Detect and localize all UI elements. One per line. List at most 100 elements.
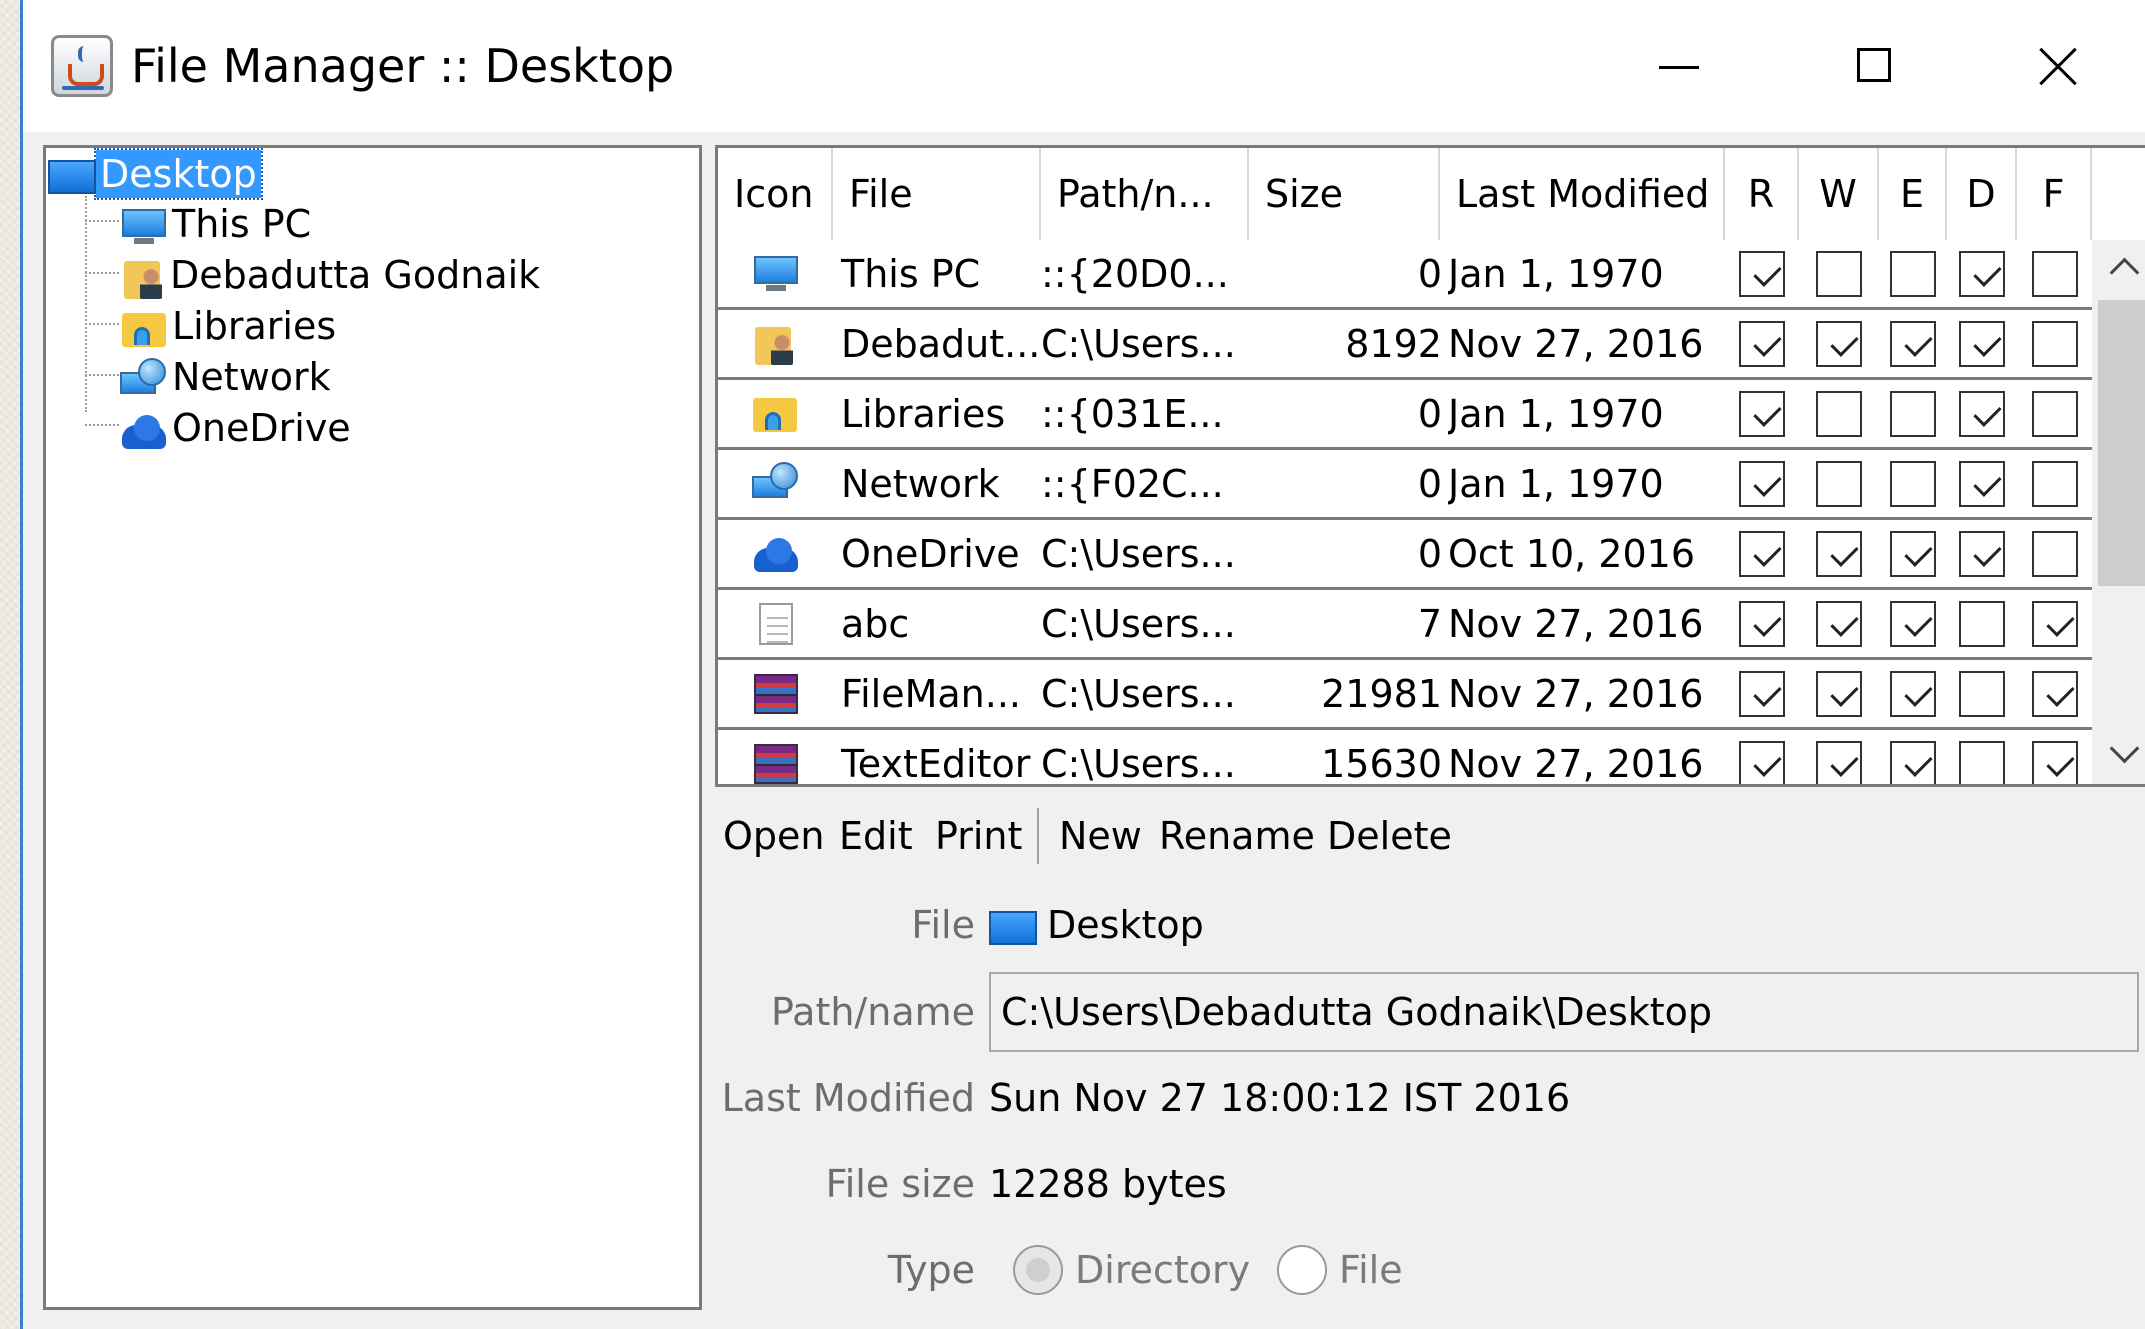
scroll-down-icon[interactable] — [2092, 728, 2145, 784]
permission-r-checkbox[interactable] — [1739, 461, 1785, 507]
radio-file[interactable] — [1277, 1245, 1327, 1295]
permission-w-checkbox[interactable] — [1816, 531, 1862, 577]
column-header-last-modified[interactable]: Last Modified — [1440, 148, 1725, 240]
column-header-e[interactable]: E — [1879, 148, 1947, 240]
permission-d-checkbox[interactable] — [1959, 671, 2005, 717]
column-header-w[interactable]: W — [1799, 148, 1879, 240]
row-permission-cell — [1879, 590, 1947, 658]
permission-r-checkbox[interactable] — [1739, 251, 1785, 297]
permission-d-checkbox[interactable] — [1959, 531, 2005, 577]
table-row[interactable]: OneDrive C:\Users... 0 Oct 10, 2016 — [718, 520, 2092, 590]
column-header-size[interactable]: Size — [1249, 148, 1440, 240]
table-row[interactable]: FileMan... C:\Users... 21981 Nov 27, 2016 — [718, 660, 2092, 730]
folder-tree[interactable]: Desktop This PC Debadutta Godnaik Librar… — [43, 145, 702, 1310]
table-row[interactable]: Debadut... C:\Users... 8192 Nov 27, 2016 — [718, 310, 2092, 380]
permission-e-checkbox[interactable] — [1890, 531, 1936, 577]
table-row[interactable]: This PC::{20D0... 0 Jan 1, 1970 — [718, 240, 2092, 310]
open-button[interactable]: Open — [723, 808, 825, 864]
tree-item-network[interactable]: Network — [120, 353, 335, 401]
table-row[interactable]: abc C:\Users... 7 Nov 27, 2016 — [718, 590, 2092, 660]
permission-e-checkbox[interactable] — [1890, 321, 1936, 367]
row-permission-cell — [1799, 590, 1879, 658]
file-table[interactable]: Icon File Path/n... Size Last Modified R… — [715, 145, 2145, 787]
minimize-button[interactable] — [1643, 32, 1713, 102]
permission-w-checkbox[interactable] — [1816, 671, 1862, 717]
permission-d-checkbox[interactable] — [1959, 391, 2005, 437]
permission-e-checkbox[interactable] — [1890, 741, 1936, 784]
tree-item-this-pc[interactable]: This PC — [120, 200, 315, 248]
permission-w-checkbox[interactable] — [1816, 321, 1862, 367]
row-size: 0 — [1417, 392, 1442, 436]
permission-r-checkbox[interactable] — [1739, 601, 1785, 647]
tree-item-label: Libraries — [172, 304, 337, 348]
permission-w-checkbox[interactable] — [1816, 251, 1862, 297]
permission-d-checkbox[interactable] — [1959, 601, 2005, 647]
permission-f-checkbox[interactable] — [2031, 391, 2078, 437]
close-button[interactable] — [2023, 32, 2093, 102]
table-row[interactable]: Libraries::{031E... 0 Jan 1, 1970 — [718, 380, 2092, 450]
row-size: 0 — [1417, 532, 1442, 576]
tree-item-desktop[interactable]: Desktop — [48, 148, 263, 200]
tree-item-user[interactable]: Debadutta Godnaik — [124, 251, 544, 299]
table-row[interactable]: Network::{F02C... 0 Jan 1, 1970 — [718, 450, 2092, 520]
print-button[interactable]: Print — [935, 808, 1022, 864]
permission-e-checkbox[interactable] — [1890, 461, 1936, 507]
permission-r-checkbox[interactable] — [1739, 741, 1785, 784]
permission-d-checkbox[interactable] — [1959, 461, 2005, 507]
new-button[interactable]: New — [1059, 808, 1142, 864]
permission-r-checkbox[interactable] — [1739, 321, 1785, 367]
permission-w-checkbox[interactable] — [1816, 741, 1862, 784]
permission-w-checkbox[interactable] — [1816, 601, 1862, 647]
permission-f-checkbox[interactable] — [2031, 251, 2078, 297]
rename-button[interactable]: Rename — [1159, 808, 1315, 864]
permission-f-checkbox[interactable] — [2031, 461, 2078, 507]
maximize-button[interactable] — [1837, 32, 1907, 102]
row-permission-cell — [1879, 520, 1947, 588]
permission-f-checkbox[interactable] — [2031, 741, 2078, 784]
title-bar[interactable]: File Manager :: Desktop — [23, 0, 2145, 132]
radio-directory[interactable] — [1013, 1245, 1063, 1295]
scroll-up-icon[interactable] — [2092, 240, 2145, 296]
permission-r-checkbox[interactable] — [1739, 531, 1785, 577]
permission-f-checkbox[interactable] — [2031, 601, 2078, 647]
table-row[interactable]: TextEditor C:\Users... 15630 Nov 27, 2016 — [718, 730, 2092, 784]
path-field[interactable]: C:\Users\Debadutta Godnaik\Desktop — [989, 972, 2139, 1052]
permission-d-checkbox[interactable] — [1959, 741, 2005, 784]
permission-f-checkbox[interactable] — [2031, 321, 2078, 367]
row-last-modified: Oct 10, 2016 — [1448, 532, 1695, 576]
permission-e-checkbox[interactable] — [1890, 391, 1936, 437]
permission-d-checkbox[interactable] — [1959, 321, 2005, 367]
row-path: C:\Users... — [1041, 322, 1236, 366]
column-header-file[interactable]: File — [833, 148, 1041, 240]
column-header-icon[interactable]: Icon — [718, 148, 833, 240]
column-header-path[interactable]: Path/n... — [1041, 148, 1249, 240]
tree-item-onedrive[interactable]: OneDrive — [120, 404, 355, 452]
permission-w-checkbox[interactable] — [1816, 461, 1862, 507]
row-permission-cell — [1947, 310, 2017, 378]
edit-button[interactable]: Edit — [839, 808, 913, 864]
onedrive-icon — [120, 411, 168, 451]
permission-f-checkbox[interactable] — [2031, 531, 2078, 577]
column-header-d[interactable]: D — [1947, 148, 2017, 240]
row-file-name: FileMan... — [841, 672, 1021, 716]
delete-button[interactable]: Delete — [1327, 808, 1452, 864]
column-header-f[interactable]: F — [2017, 148, 2092, 240]
row-permission-cell — [2017, 730, 2092, 784]
vertical-scrollbar[interactable] — [2092, 240, 2145, 784]
permission-e-checkbox[interactable] — [1890, 601, 1936, 647]
column-header-r[interactable]: R — [1725, 148, 1799, 240]
file-value-text: Desktop — [1047, 903, 1204, 947]
permission-w-checkbox[interactable] — [1816, 391, 1862, 437]
tree-item-libraries[interactable]: Libraries — [122, 302, 340, 350]
permission-e-checkbox[interactable] — [1890, 251, 1936, 297]
scrollbar-thumb[interactable] — [2098, 300, 2145, 586]
file-size-value: 12288 bytes — [989, 1162, 1227, 1206]
permission-f-checkbox[interactable] — [2031, 671, 2078, 717]
permission-e-checkbox[interactable] — [1890, 671, 1936, 717]
permission-d-checkbox[interactable] — [1959, 251, 2005, 297]
permission-r-checkbox[interactable] — [1739, 671, 1785, 717]
last-modified-value: Sun Nov 27 18:00:12 IST 2016 — [989, 1076, 1571, 1120]
permission-r-checkbox[interactable] — [1739, 391, 1785, 437]
text-file-icon — [758, 603, 793, 645]
radio-directory-label: Directory — [1075, 1248, 1251, 1292]
